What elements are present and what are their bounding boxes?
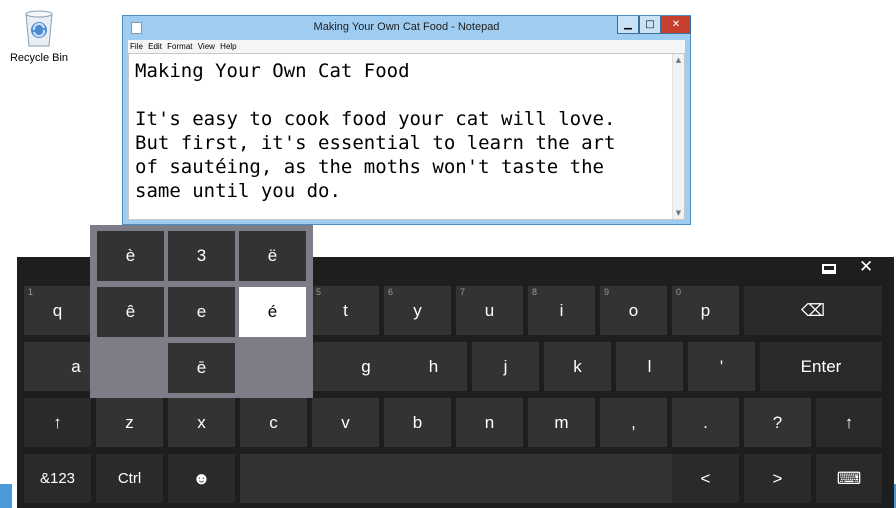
accent-e-grave[interactable]: è [97, 231, 164, 281]
key-l[interactable]: l [616, 342, 683, 391]
key-o[interactable]: 9o [600, 286, 667, 335]
keyboard-icon: ⌨ [836, 469, 862, 488]
emoji-key[interactable]: ☻ [168, 454, 235, 503]
key-j[interactable]: j [472, 342, 539, 391]
text-editor[interactable]: Making Your Own Cat Food It's easy to co… [128, 53, 685, 220]
menu-edit[interactable]: Edit [146, 40, 163, 51]
key-i[interactable]: 8i [528, 286, 595, 335]
accent-e-acute[interactable]: é [239, 287, 306, 337]
backspace-icon: ⌫ [800, 301, 826, 320]
dock-keyboard-icon[interactable] [822, 264, 836, 274]
key-z[interactable]: z [96, 398, 163, 447]
key-apostrophe[interactable]: ' [688, 342, 755, 391]
ctrl-key[interactable]: Ctrl [96, 454, 163, 503]
accent-popup: è 3 ë ê e é ē [90, 225, 313, 398]
menu-format[interactable]: Format [165, 40, 193, 51]
key-h[interactable]: h [400, 342, 467, 391]
space-key[interactable] [240, 454, 690, 503]
key-t[interactable]: 5t [312, 286, 379, 335]
accent-e-plain[interactable]: e [168, 287, 235, 337]
accent-3[interactable]: 3 [168, 231, 235, 281]
accent-e-diaeresis[interactable]: ë [239, 231, 306, 281]
backspace-key[interactable]: ⌫ [744, 286, 882, 335]
document-text[interactable]: Making Your Own Cat Food It's easy to co… [135, 59, 665, 203]
symbols-key[interactable]: &123 [24, 454, 91, 503]
emoji-icon: ☻ [192, 469, 211, 488]
window-title: Making Your Own Cat Food - Notepad [313, 21, 500, 33]
key-m[interactable]: m [528, 398, 595, 447]
keyboard-layout-key[interactable]: ⌨ [816, 454, 882, 503]
taskbar-edge [0, 484, 12, 508]
key-comma[interactable]: , [600, 398, 667, 447]
title-bar[interactable]: Making Your Own Cat Food - Notepad [123, 16, 690, 40]
menu-view[interactable]: View [196, 40, 216, 51]
right-arrow-key[interactable]: > [744, 454, 811, 503]
key-period[interactable]: . [672, 398, 739, 447]
key-question[interactable]: ? [744, 398, 811, 447]
maximize-button[interactable]: □ [639, 16, 661, 34]
key-c[interactable]: c [240, 398, 307, 447]
key-v[interactable]: v [312, 398, 379, 447]
key-u[interactable]: 7u [456, 286, 523, 335]
key-n[interactable]: n [456, 398, 523, 447]
accent-e-circumflex[interactable]: ê [97, 287, 164, 337]
accent-e-macron[interactable]: ē [168, 343, 235, 393]
shift-key-left[interactable]: ↑ [24, 398, 91, 447]
key-q[interactable]: 1q [24, 286, 91, 335]
notepad-window[interactable]: Making Your Own Cat Food - Notepad ▁ □ ✕… [122, 15, 691, 225]
key-g[interactable]: g [327, 342, 405, 391]
key-b[interactable]: b [384, 398, 451, 447]
minimize-button[interactable]: ▁ [617, 16, 639, 34]
recycle-bin-label: Recycle Bin [9, 52, 69, 64]
key-k[interactable]: k [544, 342, 611, 391]
scroll-down-icon[interactable]: ▼ [673, 209, 684, 217]
recycle-bin-icon [22, 8, 56, 48]
enter-key[interactable]: Enter [760, 342, 882, 391]
key-y[interactable]: 6y [384, 286, 451, 335]
keyboard-close-icon[interactable]: ✕ [859, 257, 873, 277]
menu-help[interactable]: Help [218, 40, 237, 51]
recycle-bin-shortcut[interactable]: Recycle Bin [8, 8, 70, 64]
menu-bar: File Edit Format View Help [128, 40, 685, 53]
scroll-up-icon[interactable]: ▲ [673, 56, 684, 64]
key-x[interactable]: x [168, 398, 235, 447]
key-p[interactable]: 0p [672, 286, 739, 335]
shift-key-right[interactable]: ↑ [816, 398, 882, 447]
left-arrow-key[interactable]: < [672, 454, 739, 503]
vertical-scrollbar[interactable]: ▲ ▼ [672, 54, 684, 219]
menu-file[interactable]: File [128, 40, 144, 51]
close-button[interactable]: ✕ [661, 16, 691, 34]
